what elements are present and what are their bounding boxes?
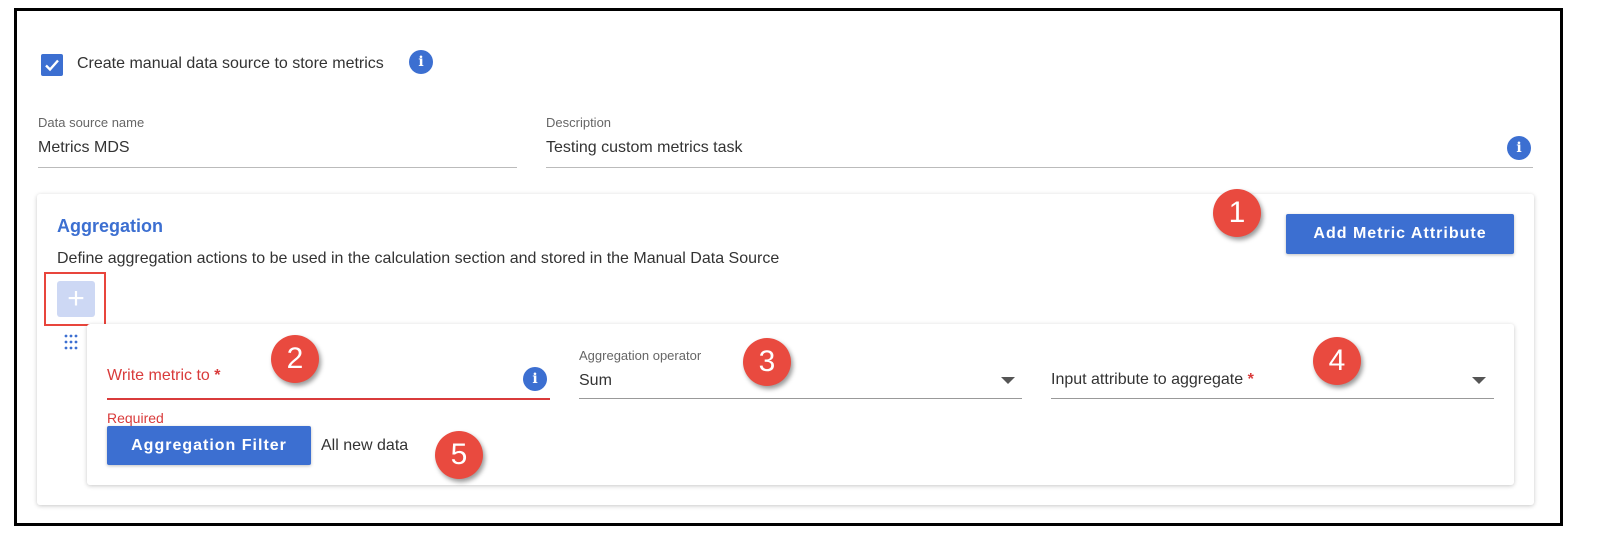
manual-data-source-label: Create manual data source to store metri… bbox=[77, 55, 384, 72]
input-attribute-select[interactable]: Input attribute to aggregate * bbox=[1051, 371, 1451, 397]
input-attribute-dropdown-icon[interactable] bbox=[1472, 377, 1486, 384]
callout-badge-3: 3 bbox=[743, 338, 791, 386]
input-attribute-label: Input attribute to aggregate bbox=[1051, 371, 1244, 388]
description-underline bbox=[546, 167, 1533, 168]
callout-badge-4: 4 bbox=[1313, 337, 1361, 385]
data-source-name-input[interactable]: Metrics MDS bbox=[38, 139, 516, 163]
write-metric-info-icon[interactable]: i bbox=[523, 367, 547, 391]
input-attribute-required-mark: * bbox=[1247, 371, 1254, 388]
add-aggregation-button[interactable]: + bbox=[57, 281, 95, 317]
description-input[interactable]: Testing custom metrics task bbox=[546, 139, 1486, 163]
aggregation-filter-button[interactable]: Aggregation Filter bbox=[107, 426, 311, 465]
manual-data-source-checkbox[interactable] bbox=[41, 54, 63, 76]
write-metric-to-underline bbox=[107, 398, 550, 400]
data-source-name-label: Data source name bbox=[38, 115, 145, 130]
aggregation-operator-underline bbox=[579, 398, 1022, 399]
write-metric-to-label: Write metric to bbox=[107, 367, 210, 384]
drag-handle-icon[interactable] bbox=[63, 333, 79, 351]
screenshot-frame: Create manual data source to store metri… bbox=[14, 8, 1563, 526]
add-metric-attribute-button[interactable]: Add Metric Attribute bbox=[1286, 214, 1514, 254]
aggregation-operator-dropdown-icon[interactable] bbox=[1001, 377, 1015, 384]
aggregation-operator-value: Sum bbox=[579, 372, 612, 389]
callout-badge-1: 1 bbox=[1213, 189, 1261, 237]
aggregation-operator-label: Aggregation operator bbox=[579, 348, 702, 363]
data-source-name-underline bbox=[38, 167, 517, 168]
aggregation-description: Define aggregation actions to be used in… bbox=[57, 250, 780, 267]
description-info-icon[interactable]: i bbox=[1507, 136, 1531, 160]
aggregation-operator-select[interactable]: Sum bbox=[579, 372, 1021, 398]
callout-badge-5: 5 bbox=[435, 431, 483, 479]
write-metric-to-error: Required bbox=[107, 410, 164, 426]
aggregation-title: Aggregation bbox=[57, 216, 163, 236]
write-metric-to-required-mark: * bbox=[214, 367, 221, 384]
description-label: Description bbox=[546, 115, 612, 130]
checkmark-icon bbox=[45, 59, 59, 72]
callout-badge-2: 2 bbox=[271, 335, 319, 383]
aggregation-filter-value: All new data bbox=[321, 437, 409, 454]
info-icon[interactable]: i bbox=[409, 50, 433, 74]
input-attribute-underline bbox=[1051, 398, 1494, 399]
